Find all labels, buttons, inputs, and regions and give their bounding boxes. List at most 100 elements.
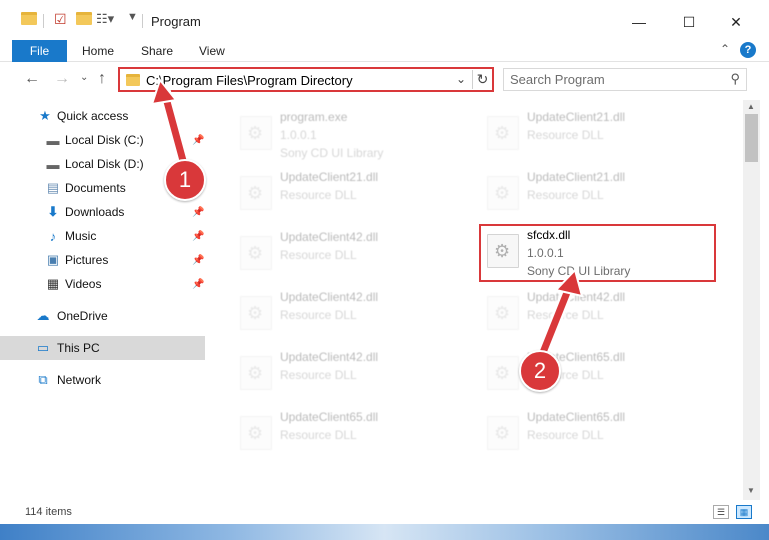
new-folder-icon[interactable] bbox=[76, 12, 92, 25]
download-icon: ⬇ bbox=[47, 204, 59, 219]
video-icon: ▦ bbox=[46, 276, 60, 291]
nav-item-videos[interactable]: ▦ Videos 📌 bbox=[0, 272, 205, 296]
properties-icon[interactable]: ☑ bbox=[54, 11, 67, 28]
dll-file-icon bbox=[240, 416, 272, 450]
file-item[interactable]: UpdateClient65.dll Resource DLL bbox=[481, 344, 717, 400]
scroll-down-icon[interactable]: ▼ bbox=[747, 486, 755, 495]
star-icon: ★ bbox=[39, 108, 51, 123]
search-box[interactable]: ⚲ bbox=[503, 68, 747, 91]
large-icons-view-icon[interactable]: ▦ bbox=[736, 505, 752, 519]
pin-icon: 📌 bbox=[192, 278, 205, 290]
file-item[interactable]: UpdateClient65.dll Resource DLL bbox=[481, 404, 717, 460]
details-view-icon[interactable]: ☰ bbox=[713, 505, 729, 519]
nav-item-pictures[interactable]: ▣ Pictures 📌 bbox=[0, 248, 205, 272]
nav-item-label: Videos bbox=[65, 277, 102, 291]
file-item[interactable]: program.exe 1.0.0.1 Sony CD UI Library bbox=[234, 104, 470, 160]
search-input[interactable] bbox=[510, 72, 710, 87]
tab-home[interactable]: Home bbox=[82, 44, 114, 58]
pin-icon: 📌 bbox=[192, 206, 205, 218]
nav-item-label: Downloads bbox=[65, 205, 125, 219]
nav-item-quick-access[interactable]: ★ Quick access bbox=[0, 104, 205, 128]
file-item[interactable]: UpdateClient42.dll Resource DLL bbox=[234, 284, 470, 340]
nav-item-music[interactable]: ♪ Music 📌 bbox=[0, 224, 205, 248]
title-bar: ☑ ☷▾ ▼ Program — ☐ ✕ bbox=[0, 0, 769, 40]
vertical-scrollbar[interactable]: ▲ ▼ bbox=[743, 100, 760, 500]
dll-file-icon bbox=[487, 176, 519, 210]
address-bar[interactable]: C:\Program Files\Program Directory ⌄ ↻ bbox=[118, 67, 494, 92]
nav-item-label: Documents bbox=[65, 181, 126, 195]
refresh-icon[interactable]: ↻ bbox=[472, 70, 492, 89]
nav-item-downloads[interactable]: ⬇ Downloads 📌 bbox=[0, 200, 205, 224]
file-name: UpdateClient42.dll bbox=[280, 230, 379, 244]
highlight-box bbox=[479, 224, 716, 282]
back-arrow-icon[interactable]: ← bbox=[24, 70, 40, 88]
file-description: Resource DLL bbox=[280, 248, 357, 262]
view-options-icon[interactable]: ☷▾ bbox=[96, 11, 114, 27]
nav-item-onedrive[interactable]: ☁ OneDrive bbox=[0, 304, 205, 328]
chevron-down-icon[interactable]: ⌄ bbox=[456, 72, 466, 86]
file-item[interactable]: UpdateClient21.dll Resource DLL bbox=[481, 164, 717, 220]
folder-icon bbox=[126, 74, 140, 86]
maximize-button[interactable]: ☐ bbox=[666, 8, 712, 36]
forward-arrow-icon[interactable]: → bbox=[54, 70, 70, 88]
file-name: UpdateClient65.dll bbox=[527, 410, 626, 424]
desktop-background bbox=[0, 524, 769, 540]
dll-file-icon bbox=[240, 296, 272, 330]
dll-file-icon bbox=[487, 356, 519, 390]
folder-icon bbox=[21, 12, 37, 25]
divider bbox=[43, 14, 44, 28]
file-name: UpdateClient21.dll bbox=[280, 170, 379, 184]
exe-file-icon bbox=[240, 116, 272, 150]
tab-share[interactable]: Share bbox=[141, 44, 173, 58]
file-description: Resource DLL bbox=[527, 308, 604, 322]
tab-view[interactable]: View bbox=[199, 44, 225, 58]
step-1-badge: 1 bbox=[164, 159, 206, 201]
help-icon[interactable]: ? bbox=[740, 42, 756, 58]
pin-icon: 📌 bbox=[192, 254, 205, 266]
dll-file-icon bbox=[487, 296, 519, 330]
customize-toolbar-icon[interactable]: ▼ bbox=[127, 11, 138, 23]
nav-item-label: Quick access bbox=[57, 109, 129, 123]
address-path[interactable]: C:\Program Files\Program Directory bbox=[146, 73, 353, 88]
cloud-icon: ☁ bbox=[36, 308, 50, 323]
nav-item-label: This PC bbox=[57, 341, 100, 355]
nav-item-local-disk-c[interactable]: ▬ Local Disk (C:) 📌 bbox=[0, 128, 205, 152]
file-description: Resource DLL bbox=[280, 188, 357, 202]
file-description: Resource DLL bbox=[280, 368, 357, 382]
drive-icon: ▬ bbox=[46, 156, 60, 172]
file-description: Resource DLL bbox=[527, 188, 604, 202]
nav-item-this-pc[interactable]: ▭ This PC bbox=[0, 336, 205, 360]
file-name: program.exe bbox=[280, 110, 348, 124]
chevron-up-icon[interactable]: ⌃ bbox=[720, 42, 730, 56]
dll-file-icon bbox=[487, 116, 519, 150]
document-icon: ▤ bbox=[46, 180, 60, 195]
file-name: UpdateClient65.dll bbox=[280, 410, 379, 424]
file-item[interactable]: UpdateClient21.dll Resource DLL bbox=[234, 164, 470, 220]
recent-locations-chevron-icon[interactable]: ⌄ bbox=[80, 72, 88, 83]
file-item[interactable]: UpdateClient42.dll Resource DLL bbox=[234, 224, 470, 280]
scroll-up-icon[interactable]: ▲ bbox=[747, 102, 755, 111]
window-title: Program bbox=[151, 14, 201, 29]
dll-file-icon bbox=[487, 416, 519, 450]
file-item[interactable]: UpdateClient21.dll Resource DLL bbox=[481, 104, 717, 160]
file-name: UpdateClient21.dll bbox=[527, 170, 626, 184]
ribbon-tabs: File Home Share View ⌃ ? bbox=[0, 40, 769, 62]
dll-file-icon bbox=[240, 356, 272, 390]
file-item[interactable]: UpdateClient42.dll Resource DLL bbox=[481, 284, 717, 340]
file-description: Resource DLL bbox=[280, 428, 357, 442]
nav-item-network[interactable]: ⧉ Network bbox=[0, 368, 205, 392]
up-arrow-icon[interactable]: ↑ bbox=[98, 70, 106, 88]
tab-file[interactable]: File bbox=[12, 40, 67, 62]
file-item[interactable]: UpdateClient42.dll Resource DLL bbox=[234, 344, 470, 400]
divider bbox=[142, 14, 143, 28]
minimize-button[interactable]: — bbox=[616, 8, 662, 36]
network-icon: ⧉ bbox=[38, 372, 48, 387]
dll-file-icon bbox=[240, 236, 272, 270]
file-description: Resource DLL bbox=[280, 308, 357, 322]
close-button[interactable]: ✕ bbox=[713, 8, 759, 36]
pin-icon: 📌 bbox=[192, 134, 205, 146]
status-bar: 114 items ☰ ▦ bbox=[0, 500, 769, 524]
search-icon[interactable]: ⚲ bbox=[730, 71, 740, 87]
scrollbar-thumb[interactable] bbox=[745, 114, 758, 162]
file-item[interactable]: UpdateClient65.dll Resource DLL bbox=[234, 404, 470, 460]
